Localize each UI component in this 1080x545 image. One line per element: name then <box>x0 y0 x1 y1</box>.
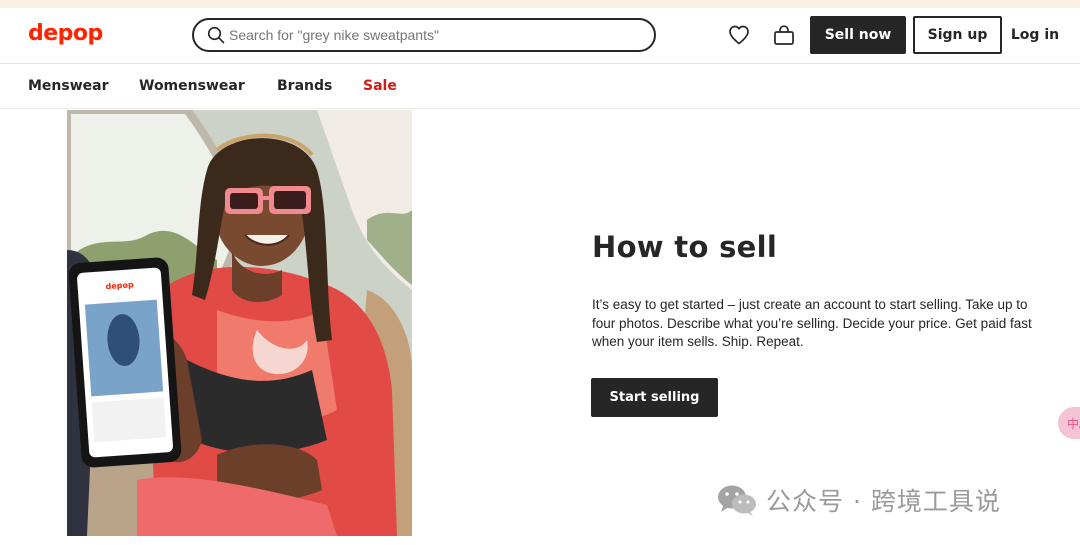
nav-item-sale[interactable]: Sale <box>363 78 397 94</box>
nav-item-brands[interactable]: Brands <box>277 78 332 94</box>
hero-description: It’s easy to get started – just create a… <box>592 297 1032 349</box>
heart-icon[interactable] <box>727 23 751 47</box>
watermark: 公众号 · 跨境工具说 <box>716 482 1001 518</box>
nav-item-menswear[interactable]: Menswear <box>28 78 109 94</box>
sell-now-button[interactable]: Sell now <box>810 16 906 54</box>
bag-icon[interactable] <box>772 23 796 47</box>
page-title: How to sell <box>592 230 778 264</box>
wechat-icon <box>718 485 756 516</box>
translate-tab-label: 中A <box>1067 417 1080 431</box>
category-nav: Menswear Womenswear Brands Sale <box>0 65 1080 109</box>
depop-logo[interactable]: depop <box>28 21 103 46</box>
top-banner-strip <box>0 0 1080 8</box>
search-icon <box>207 26 225 44</box>
watermark-text: 公众号 · 跨境工具说 <box>766 487 1001 516</box>
site-header: depop Sell now Sign up Log in <box>0 8 1080 64</box>
sign-up-button[interactable]: Sign up <box>913 16 1002 54</box>
hero-image: depop <box>67 110 412 536</box>
log-in-link[interactable]: Log in <box>1008 16 1062 54</box>
nav-item-womenswear[interactable]: Womenswear <box>139 78 245 94</box>
translate-floating-tab[interactable]: 中A <box>1058 407 1080 439</box>
search-bar[interactable] <box>192 18 656 52</box>
start-selling-button[interactable]: Start selling <box>591 378 718 417</box>
search-input[interactable] <box>229 25 639 45</box>
